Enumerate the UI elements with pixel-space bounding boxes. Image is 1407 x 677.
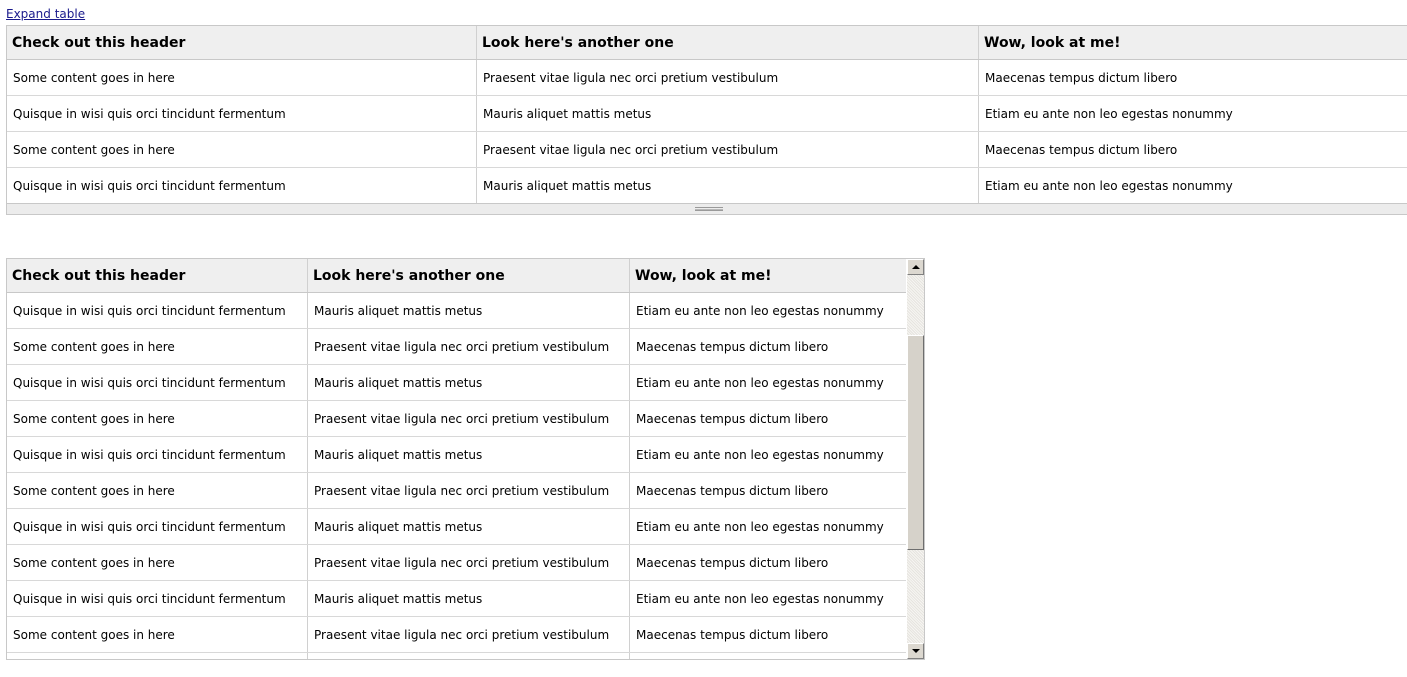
table-cell: Praesent vitae ligula nec orci pretium v…	[308, 329, 630, 364]
table-cell: Maecenas tempus dictum libero	[636, 339, 829, 354]
table-cell: Mauris aliquet mattis metus	[308, 293, 630, 328]
table-cell: Mauris aliquet mattis metus	[308, 581, 630, 616]
table-cell: Quisque in wisi quis orci tincidunt ferm…	[7, 168, 477, 203]
table-cell: Quisque in wisi quis orci tincidunt ferm…	[7, 437, 308, 472]
table-cell: Etiam eu ante non leo egestas nonummy	[636, 447, 884, 462]
scroll-down-button[interactable]	[907, 643, 924, 659]
table-cell: Maecenas tempus dictum libero	[636, 555, 829, 570]
table-header-row: Check out this header Look here's anothe…	[7, 259, 906, 293]
table-cell: Mauris aliquet mattis metus	[477, 96, 979, 131]
table-cell: Maecenas tempus dictum libero	[636, 483, 829, 498]
table-cell: Quisque in wisi quis orci tincidunt ferm…	[7, 509, 308, 544]
table-row: Quisque in wisi quis orci tincidunt ferm…	[7, 365, 906, 401]
table-cell: Quisque in wisi quis orci tincidunt ferm…	[7, 581, 308, 616]
table-cell: Some content goes in here	[7, 545, 308, 580]
table-cell: Some content goes in here	[7, 132, 477, 167]
table-cell: Some content goes in here	[7, 617, 308, 652]
table-row: Some content goes in here Praesent vitae …	[7, 473, 906, 509]
arrow-down-icon	[911, 649, 920, 653]
table-cell: Praesent vitae ligula nec orci pretium v…	[308, 617, 630, 652]
table-cell: Etiam eu ante non leo egestas nonummy	[636, 303, 884, 318]
table-cell: Maecenas tempus dictum libero	[985, 70, 1178, 85]
column-header[interactable]: Look here's another one	[308, 259, 630, 292]
table-cell: Mauris aliquet mattis metus	[477, 168, 979, 203]
column-header[interactable]: Check out this header	[7, 259, 308, 292]
table-row: Some content goes in here Praesent vitae …	[7, 60, 1407, 96]
table-cell: Quisque in wisi quis orci tincidunt ferm…	[7, 293, 308, 328]
column-header[interactable]: Look here's another one	[477, 26, 979, 59]
table-cell: Some content goes in here	[7, 329, 308, 364]
table-cell: Maecenas tempus dictum libero	[636, 627, 829, 642]
table-cell: Praesent vitae ligula nec orci pretium v…	[308, 401, 630, 436]
table-row: Some content goes in here Praesent vitae …	[7, 132, 1407, 168]
table-cell: Quisque in wisi quis orci tincidunt ferm…	[7, 96, 477, 131]
table-row: Quisque in wisi quis orci tincidunt ferm…	[7, 96, 1407, 132]
table-header-row: Check out this header Look here's anothe…	[7, 26, 1407, 60]
table-row: Quisque in wisi quis orci tincidunt ferm…	[7, 581, 906, 617]
arrow-up-icon	[911, 265, 920, 269]
table-cell: Some content goes in here	[7, 473, 308, 508]
grip-icon	[695, 207, 723, 211]
vertical-scrollbar[interactable]	[907, 259, 924, 659]
table-cell: Etiam eu ante non leo egestas nonummy	[985, 178, 1233, 193]
table-row: Some content goes in here Praesent vitae …	[7, 401, 906, 437]
resizable-table: Check out this header Look here's anothe…	[6, 25, 1407, 215]
table-cell: Mauris aliquet mattis metus	[308, 509, 630, 544]
column-header[interactable]: Wow, look at me!	[979, 26, 1407, 59]
table-row	[7, 653, 906, 659]
table-cell: Etiam eu ante non leo egestas nonummy	[985, 106, 1233, 121]
resize-handle[interactable]	[7, 203, 1407, 214]
table-cell: Mauris aliquet mattis metus	[308, 365, 630, 400]
table-cell: Maecenas tempus dictum libero	[985, 142, 1178, 157]
table-cell: Maecenas tempus dictum libero	[636, 411, 829, 426]
table-cell: Etiam eu ante non leo egestas nonummy	[636, 591, 884, 606]
table-cell: Some content goes in here	[7, 401, 308, 436]
scrollable-table: Check out this header Look here's anothe…	[6, 258, 925, 660]
table-cell	[308, 653, 630, 659]
table-row: Some content goes in here Praesent vitae …	[7, 617, 906, 653]
table-cell: Praesent vitae ligula nec orci pretium v…	[477, 60, 979, 95]
scroll-up-button[interactable]	[907, 259, 924, 275]
table-cell	[630, 653, 906, 659]
table-cell: Praesent vitae ligula nec orci pretium v…	[308, 545, 630, 580]
table-row: Quisque in wisi quis orci tincidunt ferm…	[7, 509, 906, 545]
table-row: Some content goes in here Praesent vitae …	[7, 329, 906, 365]
table-cell: Etiam eu ante non leo egestas nonummy	[636, 519, 884, 534]
table-cell: Some content goes in here	[7, 60, 477, 95]
table-cell: Mauris aliquet mattis metus	[308, 437, 630, 472]
table-cell: Quisque in wisi quis orci tincidunt ferm…	[7, 365, 308, 400]
column-header[interactable]: Wow, look at me!	[630, 259, 906, 292]
table-row: Quisque in wisi quis orci tincidunt ferm…	[7, 168, 1407, 204]
scrollbar-thumb[interactable]	[907, 335, 924, 550]
table-cell: Praesent vitae ligula nec orci pretium v…	[477, 132, 979, 167]
table-cell: Praesent vitae ligula nec orci pretium v…	[308, 473, 630, 508]
table-row: Quisque in wisi quis orci tincidunt ferm…	[7, 437, 906, 473]
table-cell: Etiam eu ante non leo egestas nonummy	[636, 375, 884, 390]
expand-table-link[interactable]: Expand table	[6, 6, 85, 22]
column-header[interactable]: Check out this header	[7, 26, 477, 59]
table-cell	[7, 653, 308, 659]
table-row: Quisque in wisi quis orci tincidunt ferm…	[7, 293, 906, 329]
table-row: Some content goes in here Praesent vitae …	[7, 545, 906, 581]
